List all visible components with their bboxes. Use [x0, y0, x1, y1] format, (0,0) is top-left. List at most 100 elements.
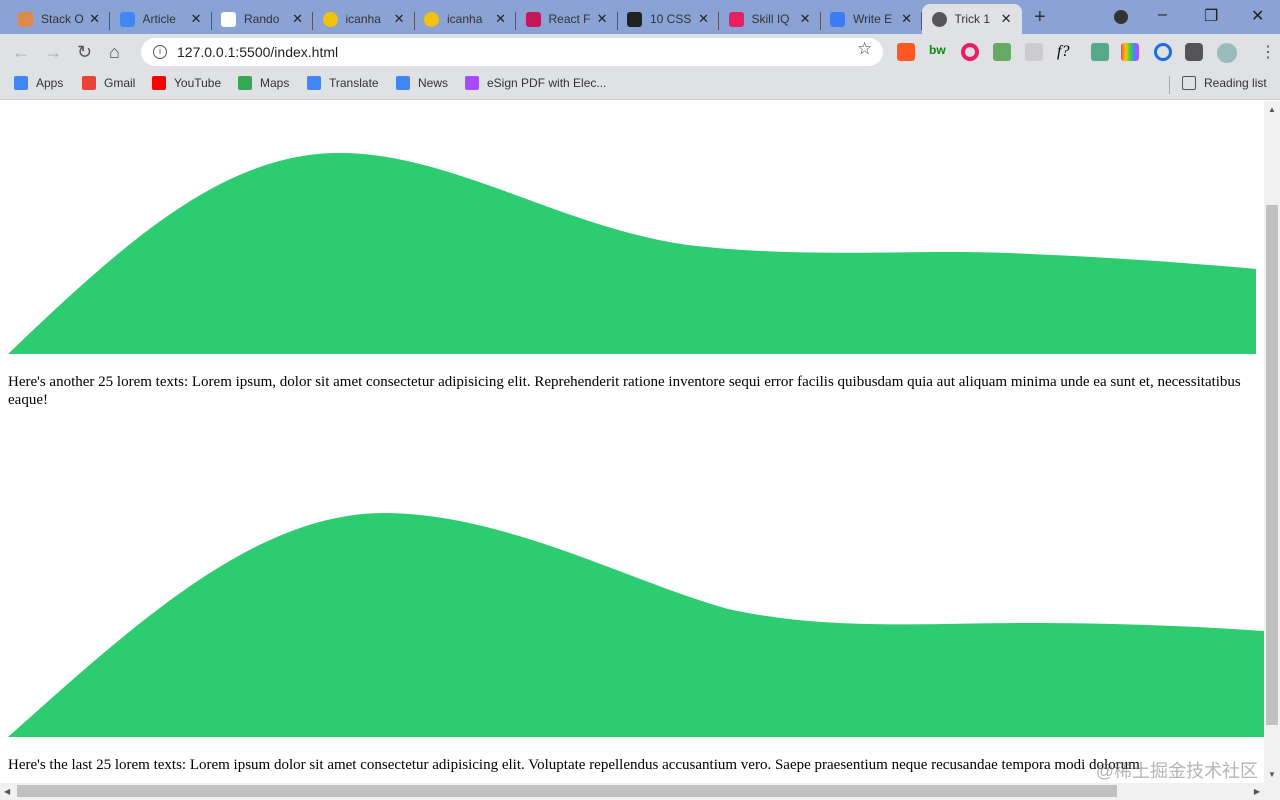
scroll-right-arrow[interactable]: ▶ [1254, 787, 1260, 796]
color-extension-icon[interactable] [1121, 43, 1139, 61]
reading-list-button[interactable]: Reading list [1182, 76, 1267, 90]
bookmark-apps[interactable]: Apps [14, 76, 63, 90]
tab-icanha[interactable]: icanha ✕ [313, 4, 415, 34]
emoji-icon [424, 11, 439, 27]
close-tab-icon[interactable]: ✕ [1001, 11, 1012, 27]
puzzle-extensions-icon[interactable] [1185, 43, 1203, 61]
maps-icon [238, 76, 252, 90]
bookmark-label: YouTube [174, 76, 222, 90]
bookmark-star-icon[interactable]: ☆ [857, 39, 872, 59]
avatar[interactable] [1217, 43, 1237, 63]
tab-stack-o[interactable]: Stack O ✕ [8, 4, 110, 34]
tab-title: icanha [447, 12, 483, 26]
bookmark-news[interactable]: News [396, 76, 448, 90]
close-tab-icon[interactable]: ✕ [495, 11, 506, 27]
scroll-up-arrow[interactable]: ▲ [1268, 105, 1276, 114]
reload-button[interactable]: ↻ [77, 42, 92, 63]
react-icon [525, 11, 541, 27]
minimize-button[interactable]: – [1158, 6, 1167, 24]
tab-10-css[interactable]: 10 CSS ✕ [617, 4, 719, 34]
url-text: 127.0.0.1:5500/index.html [177, 44, 339, 60]
globe-icon [931, 11, 947, 27]
bookmarks-bar: Reading list Apps Gmail YouTube Maps Transla… [0, 70, 1280, 100]
vertical-scrollbar[interactable]: ▲ ▼ [1264, 101, 1280, 783]
tab-title: React F [548, 12, 591, 26]
gmail-icon [82, 76, 96, 90]
close-tab-icon[interactable]: ✕ [698, 11, 709, 27]
tab-title: Stack O [41, 12, 84, 26]
news-icon [396, 76, 410, 90]
tab-trick-1[interactable]: Trick 1 ✕ [921, 4, 1022, 34]
bookmark-translate[interactable]: Translate [307, 76, 379, 90]
close-tab-icon[interactable]: ✕ [292, 11, 303, 27]
extension-bw-icon[interactable]: bw [929, 43, 947, 61]
extension-icon[interactable] [961, 43, 979, 61]
restore-button[interactable]: ❐ [1204, 6, 1218, 26]
close-window-button[interactable]: ✕ [1251, 6, 1264, 26]
horizontal-scroll-thumb[interactable] [17, 785, 1117, 797]
write-icon [830, 11, 845, 27]
tab-react-f[interactable]: React F ✕ [516, 4, 618, 34]
close-tab-icon[interactable]: ✕ [597, 11, 608, 27]
bookmark-youtube[interactable]: YouTube [152, 76, 221, 90]
home-button[interactable]: ⌂ [109, 42, 120, 63]
font-extension-icon[interactable]: f? [1057, 43, 1075, 61]
paragraph: Here's another 25 lorem texts: Lorem ips… [8, 374, 1241, 408]
pluralsight-icon [728, 11, 744, 27]
bookmark-label: News [418, 76, 449, 90]
forward-button[interactable]: → [44, 42, 62, 63]
scroll-down-arrow[interactable]: ▼ [1268, 770, 1276, 779]
eyedropper-extension-icon[interactable] [993, 43, 1011, 61]
paragraph: Here's the last 25 lorem texts: Lorem ip… [8, 757, 1140, 773]
tab-bar: + – ❐ ✕ Stack O ✕ Article ✕ Rando ✕ icanha ✕ ica… [0, 0, 1280, 34]
toolbar: ← → ↻ ⌂ i 127.0.0.1:5500/index.html ☆ bw… [0, 34, 1280, 70]
notion-icon [627, 11, 642, 27]
profile-menu-icon[interactable] [1114, 10, 1128, 24]
tab-title: 10 CSS [650, 12, 692, 26]
bookmark-label: Apps [36, 76, 64, 90]
apps-icon [14, 76, 28, 90]
close-tab-icon[interactable]: ✕ [394, 11, 405, 27]
close-tab-icon[interactable]: ✕ [901, 11, 912, 27]
close-tab-icon[interactable]: ✕ [89, 11, 100, 27]
bookmark-label: Maps [260, 76, 290, 90]
tab-skill-iq[interactable]: Skill IQ ✕ [719, 4, 821, 34]
tab-title: Article [142, 12, 176, 26]
bookmark-gmail[interactable]: Gmail [82, 76, 135, 90]
info-icon[interactable]: i [153, 45, 167, 59]
codepen-icon [221, 11, 236, 27]
horizontal-scrollbar[interactable]: ◀ ▶ [0, 783, 1280, 800]
bookmark-label: Translate [329, 76, 379, 90]
close-tab-icon[interactable]: ✕ [800, 11, 811, 27]
scroll-left-arrow[interactable]: ◀ [4, 787, 10, 796]
translate-icon [307, 76, 321, 90]
new-tab-button[interactable]: + [1034, 6, 1046, 29]
extension-icon[interactable] [897, 43, 915, 61]
react-devtools-icon[interactable] [1025, 43, 1043, 61]
docs-icon [119, 11, 135, 27]
extension-icon[interactable] [1091, 43, 1109, 61]
reading-list-icon [1182, 76, 1196, 90]
wave-shape-1 [8, 152, 1256, 354]
vertical-scroll-thumb[interactable] [1266, 205, 1278, 725]
tab-icanha[interactable]: icanha ✕ [414, 4, 516, 34]
page-content: Here's another 25 lorem texts: Lorem ips… [0, 101, 1264, 783]
bookmark-label: Gmail [104, 76, 136, 90]
tab-title: Write E [853, 12, 893, 26]
youtube-icon [152, 76, 166, 90]
tab-title: Trick 1 [954, 12, 991, 26]
esign-icon [465, 76, 479, 90]
back-button[interactable]: ← [12, 42, 30, 63]
menu-kebab-icon[interactable]: ⋮ [1260, 42, 1276, 62]
tab-title: icanha [345, 12, 381, 26]
bookmark-esign-pdf-with-elec[interactable]: eSign PDF with Elec... [465, 76, 606, 90]
extension-icon[interactable] [1154, 43, 1172, 61]
bookmark-maps[interactable]: Maps [238, 76, 289, 90]
address-bar[interactable]: i 127.0.0.1:5500/index.html [141, 38, 883, 66]
close-tab-icon[interactable]: ✕ [191, 11, 202, 27]
tab-write-e[interactable]: Write E ✕ [820, 4, 922, 34]
tab-article[interactable]: Article ✕ [110, 4, 212, 34]
stackoverflow-icon [18, 11, 33, 27]
tab-rando[interactable]: Rando ✕ [211, 4, 313, 34]
divider [1169, 76, 1170, 94]
